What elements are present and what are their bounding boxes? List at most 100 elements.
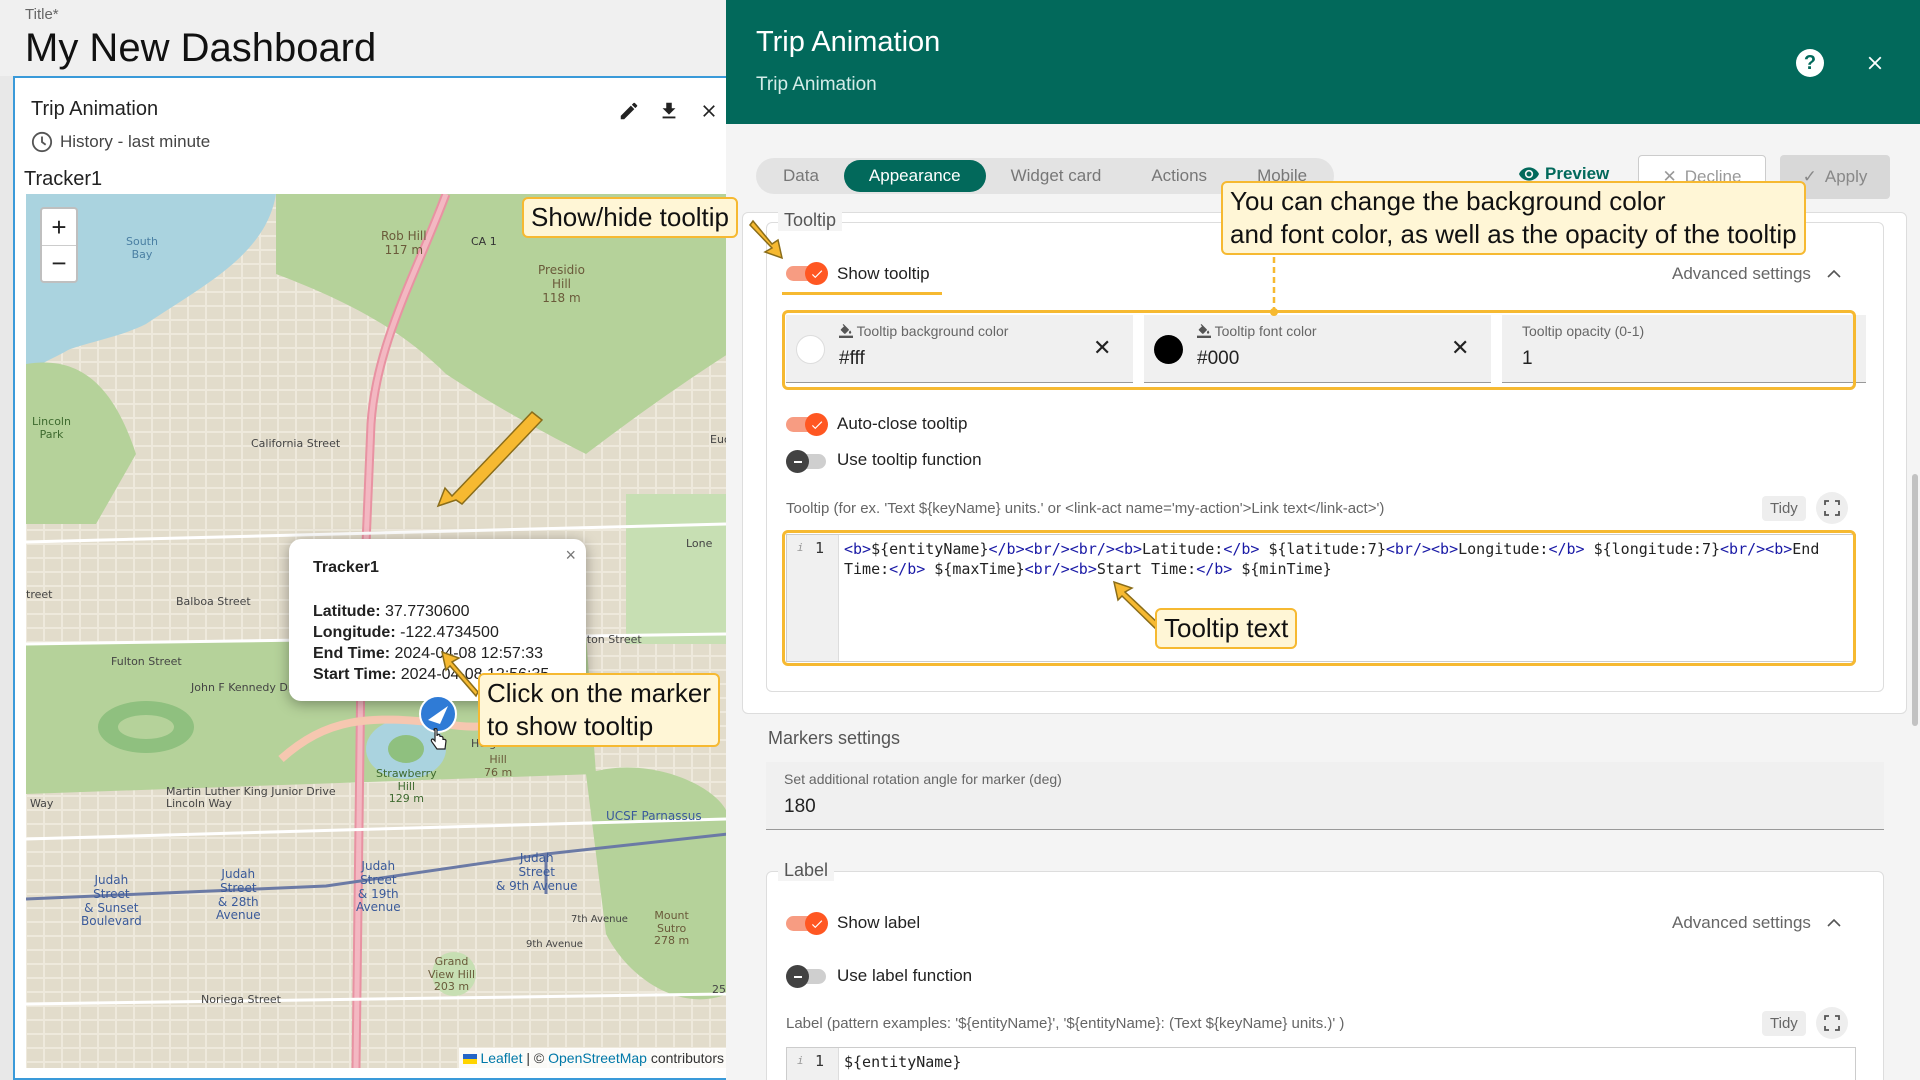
minus-icon bbox=[793, 975, 802, 978]
label-legend: Label bbox=[778, 860, 835, 881]
popup-close-button[interactable]: × bbox=[565, 545, 576, 566]
check-icon bbox=[811, 919, 822, 928]
close-icon[interactable] bbox=[1859, 47, 1891, 79]
clear-bg-color-icon[interactable]: ✕ bbox=[1093, 335, 1111, 361]
callout-colors: You can change the background color and … bbox=[1221, 181, 1806, 255]
popup-value: 2024-04-08 12:57:33 bbox=[390, 645, 544, 662]
show-label-label: Show label bbox=[837, 913, 921, 932]
tooltip-opacity-field[interactable]: Tooltip opacity (0-1) 1 bbox=[1502, 315, 1866, 383]
panel-scrollbar[interactable] bbox=[1912, 474, 1918, 726]
map-label-balboa-street: Balboa Street bbox=[176, 595, 251, 608]
map-label-presidio-hill: Presidio Hill 118 m bbox=[538, 263, 585, 305]
popup-row-end-time: End Time: 2024-04-08 12:57:33 bbox=[313, 643, 562, 664]
map-label-ca1: CA 1 bbox=[471, 235, 497, 248]
editor-gutter: i1 bbox=[787, 1048, 839, 1080]
map-label-judah-9th: Judah Street & 9th Avenue bbox=[496, 851, 578, 893]
osm-link[interactable]: OpenStreetMap bbox=[548, 1050, 647, 1066]
map-label-way: Way bbox=[30, 797, 54, 810]
font-color-swatch[interactable] bbox=[1154, 335, 1183, 364]
edit-icon[interactable] bbox=[616, 98, 642, 124]
map-label-judah-sunset: Judah Street & Sunset Boulevard bbox=[81, 873, 142, 929]
map-label-mount-sutro: Mount Sutro 278 m bbox=[654, 909, 690, 948]
use-tooltip-function-toggle[interactable] bbox=[786, 450, 828, 473]
minus-icon bbox=[793, 460, 802, 463]
rotation-angle-field[interactable]: Set additional rotation angle for marker… bbox=[766, 762, 1884, 830]
label-code-editor[interactable]: i1 ${entityName} bbox=[786, 1047, 1856, 1080]
map-label-judah-19th: Judah Street & 19th Avenue bbox=[356, 859, 401, 915]
map-label-strawberry-hill: Strawberry Hill 129 m bbox=[376, 767, 437, 806]
widget-title: Trip Animation bbox=[31, 98, 159, 120]
zoom-in-button[interactable]: + bbox=[42, 209, 76, 245]
map-label-lincoln-way: Lincoln Way bbox=[166, 797, 232, 810]
tab-actions[interactable]: Actions bbox=[1126, 160, 1232, 192]
tab-data[interactable]: Data bbox=[758, 160, 844, 192]
hand-cursor-icon bbox=[430, 728, 447, 750]
show-label-toggle[interactable] bbox=[786, 912, 828, 935]
font-color-label: Tooltip font color bbox=[1197, 323, 1317, 339]
clear-font-color-icon[interactable]: ✕ bbox=[1451, 335, 1469, 361]
opacity-label: Tooltip opacity (0-1) bbox=[1522, 323, 1645, 339]
zoom-out-button[interactable]: − bbox=[42, 245, 76, 281]
auto-close-tooltip-toggle[interactable] bbox=[786, 413, 828, 436]
font-color-label-text: Tooltip font color bbox=[1214, 323, 1317, 339]
fullscreen-icon[interactable] bbox=[1816, 492, 1848, 524]
map-label-hill-76: Hill 76 m bbox=[484, 753, 513, 779]
close-icon[interactable] bbox=[696, 98, 722, 124]
tooltip-code-editor[interactable]: i1 <b>${entityName}</b><br/><br/><b>Lati… bbox=[786, 534, 1856, 662]
download-icon[interactable] bbox=[656, 98, 682, 124]
chevron-up-icon bbox=[1827, 269, 1841, 278]
widget-toolbar bbox=[616, 98, 722, 124]
map-label-7th-avenue: 7th Avenue bbox=[571, 914, 628, 925]
attribution-separator: | © bbox=[522, 1050, 549, 1066]
tracker-name: Tracker1 bbox=[24, 168, 103, 190]
tooltip-legend: Tooltip bbox=[778, 210, 843, 231]
popup-label: Latitude: bbox=[313, 603, 381, 620]
info-icon: i bbox=[797, 1054, 804, 1067]
bg-color-swatch[interactable] bbox=[796, 335, 825, 364]
dashboard-title[interactable]: My New Dashboard bbox=[25, 26, 376, 71]
tab-appearance[interactable]: Appearance bbox=[843, 160, 986, 192]
use-label-function-toggle[interactable] bbox=[786, 965, 828, 988]
panel-subtitle: Trip Animation bbox=[756, 74, 877, 95]
label-advanced-settings[interactable]: Advanced settings bbox=[1672, 913, 1841, 933]
widget-timewindow[interactable]: History - last minute bbox=[31, 131, 210, 153]
tooltip-advanced-settings[interactable]: Advanced settings bbox=[1672, 264, 1841, 284]
code-token: ${longitude:7} bbox=[1584, 540, 1721, 558]
use-tooltip-function-label: Use tooltip function bbox=[837, 450, 982, 469]
check-icon bbox=[811, 420, 822, 429]
help-icon[interactable]: ? bbox=[1796, 49, 1824, 77]
popup-value: -122.4734500 bbox=[395, 624, 499, 641]
leaflet-link[interactable]: Leaflet bbox=[480, 1050, 522, 1066]
popup-label: Longitude: bbox=[313, 624, 396, 641]
tooltip-font-color-field[interactable]: Tooltip font color #000 ✕ bbox=[1144, 315, 1491, 383]
chevron-up-icon bbox=[1827, 918, 1841, 927]
tooltip-bg-color-field[interactable]: Tooltip background color #fff ✕ bbox=[786, 315, 1133, 383]
code-token: Start Time: bbox=[1096, 560, 1197, 578]
paint-bucket-icon bbox=[839, 324, 853, 338]
popup-title: Tracker1 bbox=[313, 559, 379, 576]
line-number: 1 bbox=[814, 1052, 824, 1070]
map-label-ucsf-parnassus: UCSF Parnassus bbox=[606, 809, 702, 823]
map-attribution: Leaflet | © OpenStreetMap contributors bbox=[458, 1048, 728, 1068]
code-token: </b> bbox=[1223, 540, 1260, 558]
map-label-california-street: California Street bbox=[251, 437, 341, 450]
settings-panel: Trip Animation Trip Animation ? Data App… bbox=[726, 0, 1920, 1080]
leaflet-flag-icon bbox=[462, 1054, 477, 1065]
tooltip-tidy-button[interactable]: Tidy bbox=[1762, 496, 1806, 521]
show-tooltip-label: Show tooltip bbox=[837, 264, 930, 283]
callout-click-marker: Click on the marker to show tooltip bbox=[478, 673, 720, 747]
code-token: <br/><b> bbox=[1024, 560, 1097, 578]
code-token: <br/><b> bbox=[1385, 540, 1459, 558]
tab-widget-card[interactable]: Widget card bbox=[986, 160, 1127, 192]
font-color-value: #000 bbox=[1197, 348, 1240, 369]
label-tidy-button[interactable]: Tidy bbox=[1762, 1011, 1806, 1036]
code-token: </b> bbox=[1548, 540, 1585, 558]
attribution-suffix: contributors bbox=[646, 1050, 724, 1066]
map-label-judah-28th: Judah Street & 28th Avenue bbox=[216, 867, 261, 923]
show-tooltip-toggle[interactable] bbox=[786, 262, 828, 285]
line-number: 1 bbox=[814, 539, 824, 557]
code-token: ${latitude:7} bbox=[1259, 540, 1386, 558]
fullscreen-icon[interactable] bbox=[1816, 1007, 1848, 1039]
map[interactable]: Rob Hill 117 m CA 1 Presidio Hill 118 m Sou… bbox=[26, 194, 728, 1068]
code-token: Latitude: bbox=[1142, 540, 1224, 558]
